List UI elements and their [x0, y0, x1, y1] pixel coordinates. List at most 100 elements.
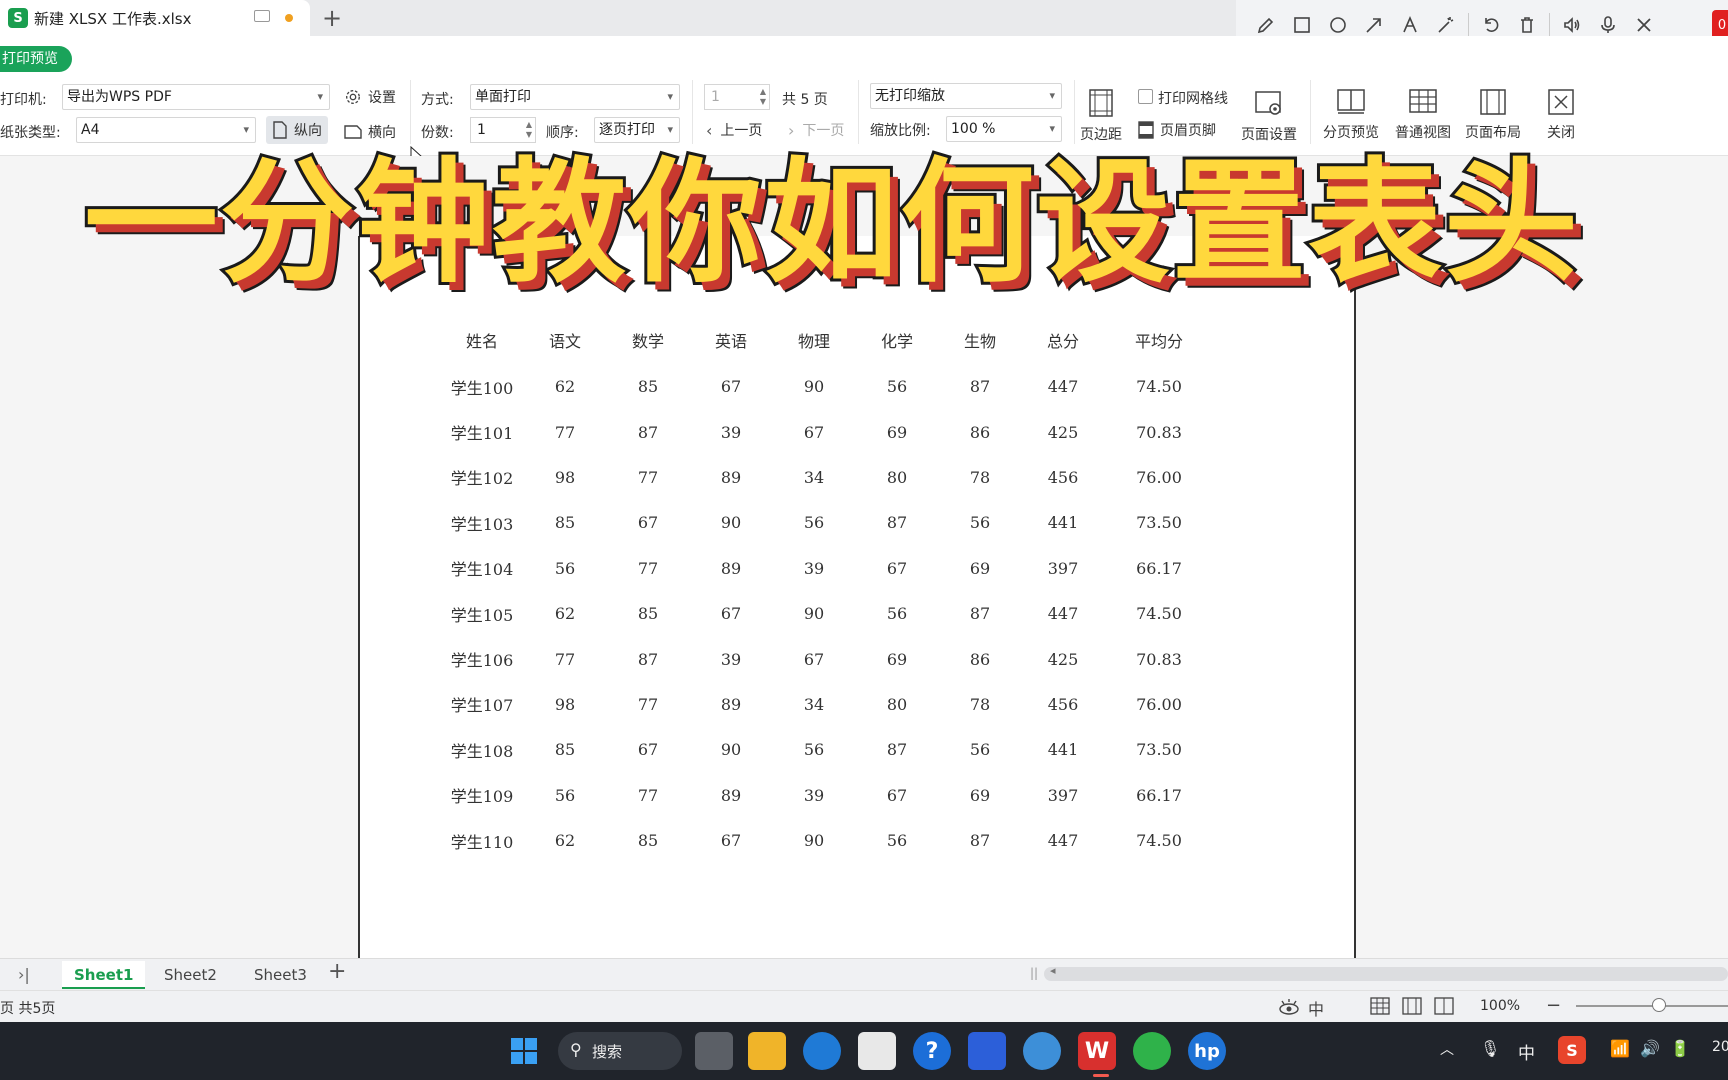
score-cell: 89: [720, 785, 742, 805]
student-name-cell: 学生109: [450, 787, 514, 807]
normal-view-status-icon[interactable]: [1370, 997, 1390, 1015]
header-cell: 姓名: [465, 332, 498, 351]
print-gridlines-checkbox[interactable]: [1138, 89, 1153, 104]
sogou-input-icon[interactable]: S: [1558, 1036, 1586, 1064]
copies-value: 1: [477, 122, 486, 138]
sheet-tab-bar: ›| Sheet1 Sheet2 Sheet3 + || ◂: [0, 958, 1728, 990]
page-layout-status-icon[interactable]: [1402, 997, 1422, 1015]
table-row: 学生105 62 85 67 90 56 87 447 74.50: [440, 591, 1214, 636]
print-method-select[interactable]: 单面打印: [470, 84, 680, 110]
score-cell: 78: [969, 694, 991, 714]
ime-indicator[interactable]: 中: [1518, 1039, 1535, 1064]
document-tab[interactable]: S 新建 XLSX 工作表.xlsx: [0, 0, 310, 36]
input-mode-indicator[interactable]: 中: [1308, 996, 1324, 1020]
microsoft-store-icon[interactable]: [858, 1032, 896, 1070]
edge-browser-icon[interactable]: [803, 1032, 841, 1070]
paper-type-label: 纸张类型:: [0, 125, 61, 141]
table-row: 学生102 98 77 89 34 80 78 456 76.00: [440, 455, 1214, 500]
score-cell: 56: [554, 785, 576, 805]
sheet-tab-sheet3[interactable]: Sheet3: [242, 961, 319, 989]
student-name-cell: 学生108: [450, 741, 514, 761]
status-bar: 页 共5页 中 100% −: [0, 990, 1728, 1022]
zoom-slider-knob[interactable]: [1652, 998, 1666, 1012]
file-explorer-icon[interactable]: [748, 1032, 786, 1070]
new-tab-plus-icon[interactable]: +: [320, 4, 344, 32]
page-break-status-icon[interactable]: [1434, 997, 1454, 1015]
score-cell: 397: [1047, 785, 1079, 805]
volume-icon[interactable]: 🔊: [1640, 1039, 1660, 1058]
zoom-out-icon[interactable]: −: [1546, 995, 1561, 1016]
score-cell: 441: [1047, 740, 1079, 760]
tray-microphone-icon[interactable]: 🎙: [1480, 1039, 1500, 1058]
taskbar-search-box[interactable]: ⚲ 搜索: [558, 1032, 682, 1070]
score-cell: 56: [886, 604, 908, 624]
stepper-arrows-icon[interactable]: ▲ ▼: [760, 87, 766, 107]
close-box-icon: [1548, 89, 1574, 115]
score-cell: 77: [637, 694, 659, 714]
portrait-label: 纵向: [294, 123, 322, 139]
table-header-row: 姓名 语文 数学 英语 物理 化学 生物 总分 平均分: [440, 316, 1214, 364]
split-handle-icon[interactable]: ||: [1030, 966, 1038, 980]
score-cell: 73.50: [1136, 740, 1182, 760]
scroll-left-arrow-icon[interactable]: ◂: [1050, 964, 1056, 977]
score-cell: 425: [1047, 422, 1079, 442]
add-sheet-plus-icon[interactable]: +: [328, 959, 346, 984]
score-cell: 56: [969, 513, 991, 533]
student-name-cell: 学生104: [450, 560, 514, 580]
last-sheet-icon[interactable]: ›|: [18, 965, 30, 984]
score-cell: 56: [554, 558, 576, 578]
page-number-stepper[interactable]: 1 ▲ ▼: [704, 84, 770, 110]
score-cell: 98: [554, 694, 576, 714]
horizontal-scrollbar[interactable]: [1044, 967, 1728, 981]
stepper-arrows-icon[interactable]: ▲ ▼: [526, 120, 532, 140]
score-cell: 397: [1047, 558, 1079, 578]
score-cell: 67: [720, 604, 742, 624]
eye-protection-icon[interactable]: [1278, 997, 1300, 1017]
clock-partial[interactable]: 20: [1712, 1039, 1728, 1055]
app-icon[interactable]: [968, 1032, 1006, 1070]
score-cell: 56: [803, 740, 825, 760]
score-cell: 441: [1047, 513, 1079, 533]
score-cell: 87: [637, 649, 659, 669]
task-view-icon[interactable]: [695, 1032, 733, 1070]
printer-select[interactable]: 导出为WPS PDF: [62, 84, 330, 110]
student-name-cell: 学生101: [450, 424, 514, 444]
score-cell: 69: [969, 785, 991, 805]
help-question-icon[interactable]: ?: [913, 1032, 951, 1070]
scale-mode-select[interactable]: 无打印缩放: [870, 83, 1062, 109]
zoom-level[interactable]: 100%: [1480, 998, 1520, 1014]
score-cell: 77: [554, 649, 576, 669]
windows-start-icon[interactable]: [505, 1032, 543, 1070]
score-cell: 34: [803, 467, 825, 487]
table-row: 学生110 62 85 67 90 56 87 447 74.50: [440, 818, 1214, 863]
active-app-indicator: [1093, 1074, 1109, 1077]
score-cell: 447: [1047, 831, 1079, 851]
score-cell: 86: [969, 649, 991, 669]
score-cell: 80: [886, 467, 908, 487]
student-name-cell: 学生106: [450, 651, 514, 671]
score-cell: 447: [1047, 604, 1079, 624]
score-cell: 80: [886, 694, 908, 714]
hp-icon[interactable]: hp: [1188, 1032, 1226, 1070]
tray-expand-chevron-icon[interactable]: ︿: [1440, 1039, 1454, 1059]
score-cell: 69: [886, 649, 908, 669]
score-cell: 85: [637, 604, 659, 624]
student-name-cell: 学生110: [450, 832, 514, 852]
battery-icon[interactable]: 🔋: [1670, 1039, 1690, 1058]
settings-label: 设置: [368, 90, 396, 106]
settings-button[interactable]: 设置: [338, 83, 402, 111]
score-cell: 56: [969, 740, 991, 760]
table-row: 学生101 77 87 39 67 69 86 425 70.83: [440, 409, 1214, 454]
header-cell: 数学: [631, 332, 664, 351]
table-row: 学生100 62 85 67 90 56 87 447 74.50: [440, 364, 1214, 409]
wifi-icon[interactable]: 📶: [1610, 1039, 1630, 1058]
score-cell: 89: [720, 467, 742, 487]
sheet-tab-sheet2[interactable]: Sheet2: [152, 961, 229, 989]
score-cell: 67: [720, 377, 742, 397]
score-cell: 39: [720, 422, 742, 442]
sheet-tab-sheet1[interactable]: Sheet1: [62, 961, 146, 989]
globe-browser-icon[interactable]: [1023, 1032, 1061, 1070]
monitor-icon[interactable]: [254, 10, 270, 22]
wps-office-icon[interactable]: W: [1078, 1032, 1116, 1070]
wechat-icon[interactable]: [1133, 1032, 1171, 1070]
